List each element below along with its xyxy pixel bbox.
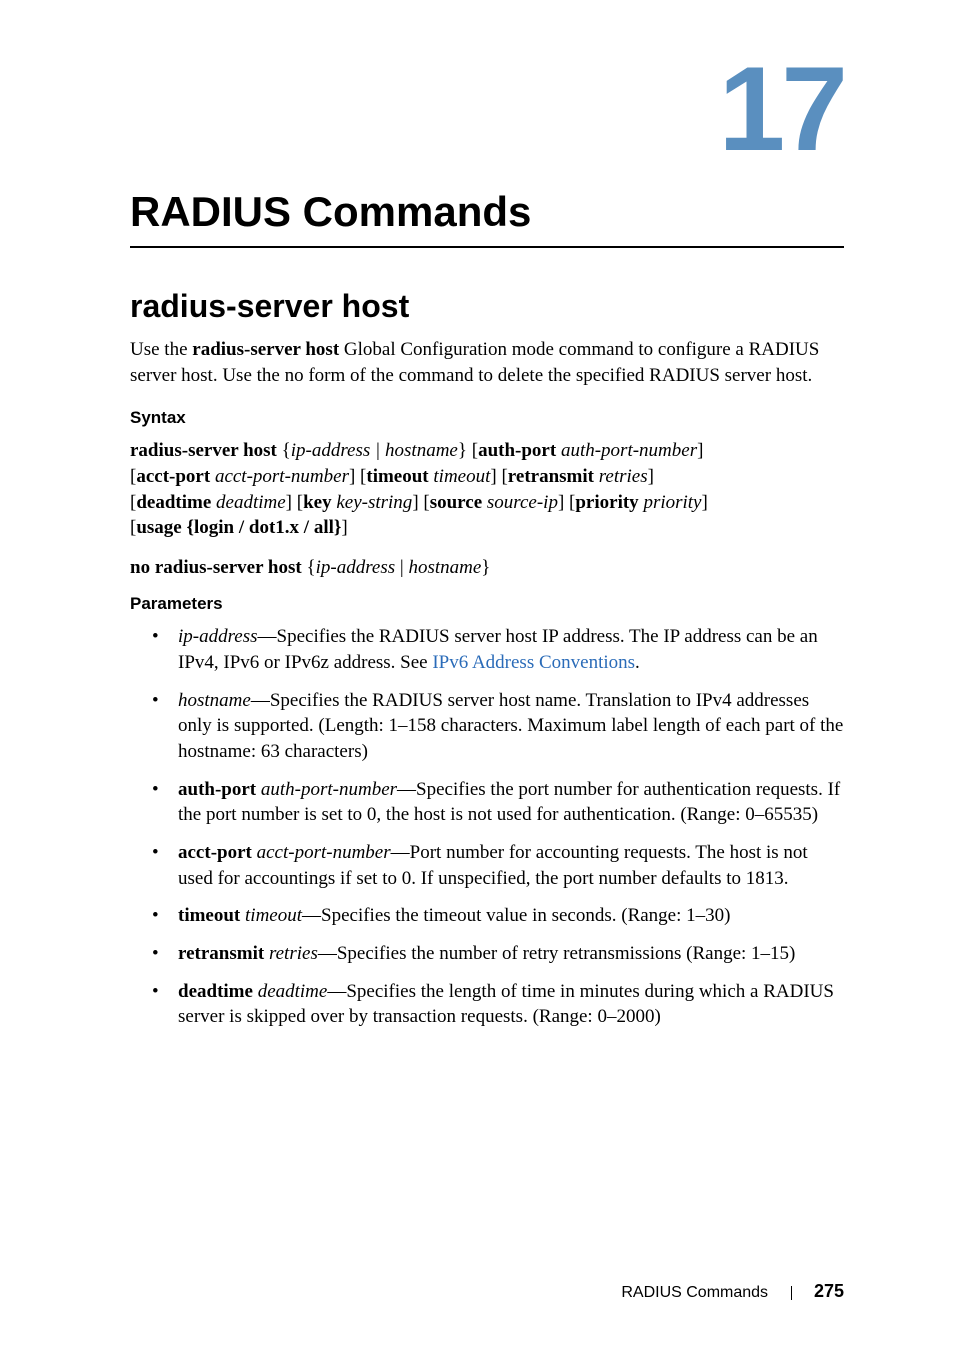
parameter-item: ip-address—Specifies the RADIUS server h… [160, 624, 844, 675]
param-dash: — [327, 981, 346, 1002]
param-term-bold: acct-port [178, 842, 257, 863]
syntax-keyword: priority [575, 492, 643, 513]
syntax-brace: { [277, 440, 291, 461]
horizontal-rule [130, 246, 844, 248]
syntax-brace: } [481, 557, 490, 578]
parameter-item: retransmit retries—Specifies the number … [160, 941, 844, 967]
syntax-arg: source-ip [487, 492, 558, 513]
syntax-option: all [314, 517, 334, 538]
syntax-option: login [194, 517, 239, 538]
parameter-item: auth-port auth-port-number—Specifies the… [160, 777, 844, 828]
param-dash: — [258, 626, 277, 647]
param-term: retries [269, 943, 318, 964]
parameters-list: ip-address—Specifies the RADIUS server h… [130, 624, 844, 1029]
param-dash: — [397, 779, 416, 800]
syntax-line-1: radius-server host {ip-address | hostnam… [130, 438, 844, 541]
param-tail: . [635, 652, 640, 673]
parameter-item: acct-port acct-port-number—Port number f… [160, 840, 844, 891]
syntax-bracket: [ [497, 466, 508, 487]
syntax-option: dot1.x [249, 517, 304, 538]
syntax-keyword: auth-port [478, 440, 561, 461]
syntax-bracket: [ [419, 492, 430, 513]
syntax-bracket: [ [564, 492, 575, 513]
syntax-pipe: / [239, 517, 249, 538]
syntax-keyword: deadtime [136, 492, 216, 513]
param-term-bold: timeout [178, 905, 245, 926]
footer-page-number: 275 [814, 1281, 844, 1301]
footer-divider-icon [791, 1286, 792, 1300]
syntax-keyword: timeout [366, 466, 433, 487]
syntax-keyword: retransmit [508, 466, 599, 487]
syntax-keyword: acct-port [136, 466, 215, 487]
syntax-arg: hostname [385, 440, 458, 461]
syntax-bracket: ] [702, 492, 708, 513]
param-term: acct-port-number [257, 842, 391, 863]
chapter-number: 17 [130, 40, 844, 178]
syntax-pipe: / [304, 517, 314, 538]
syntax-heading: Syntax [130, 408, 844, 428]
parameter-item: deadtime deadtime—Specifies the length o… [160, 979, 844, 1030]
syntax-arg: auth-port-number [561, 440, 697, 461]
param-term: auth-port-number [261, 779, 397, 800]
syntax-keyword: key [303, 492, 336, 513]
param-dash: — [318, 943, 337, 964]
param-term: deadtime [258, 981, 328, 1002]
syntax-arg: timeout [433, 466, 490, 487]
syntax-bracket: [ [292, 492, 303, 513]
param-term: hostname [178, 690, 251, 711]
param-dash: — [302, 905, 321, 926]
syntax-bracket: [ [467, 440, 478, 461]
syntax-bracket: [ [355, 466, 366, 487]
parameter-item: hostname—Specifies the RADIUS server hos… [160, 688, 844, 765]
syntax-cmd: radius-server host [130, 440, 277, 461]
syntax-pipe: | [395, 557, 408, 578]
section-title: radius-server host [130, 288, 844, 325]
syntax-brace: } [458, 440, 467, 461]
syntax-arg: key-string [336, 492, 412, 513]
syntax-pipe: | [370, 440, 385, 461]
syntax-arg: ip-address [316, 557, 396, 578]
syntax-brace: { [302, 557, 316, 578]
syntax-no-line: no radius-server host {ip-address | host… [130, 555, 844, 581]
syntax-bracket: ] [341, 517, 347, 538]
param-term-bold: auth-port [178, 779, 261, 800]
syntax-keyword: source [430, 492, 487, 513]
syntax-arg: hostname [408, 557, 481, 578]
syntax-arg: priority [643, 492, 701, 513]
param-term: timeout [245, 905, 302, 926]
param-term: ip-address [178, 626, 258, 647]
syntax-keyword: usage [136, 517, 186, 538]
syntax-bracket: ] [697, 440, 703, 461]
param-desc: Specifies the timeout value in seconds. … [321, 905, 730, 926]
syntax-bracket: ] [648, 466, 654, 487]
param-desc: Specifies the number of retry retransmis… [337, 943, 796, 964]
param-link[interactable]: IPv6 Address Conventions [432, 652, 635, 673]
syntax-cmd: no radius-server host [130, 557, 302, 578]
syntax-arg: deadtime [216, 492, 286, 513]
param-dash: — [391, 842, 410, 863]
syntax-arg: ip-address [291, 440, 371, 461]
param-term-bold: retransmit [178, 943, 269, 964]
param-dash: — [251, 690, 270, 711]
param-term-bold: deadtime [178, 981, 258, 1002]
param-desc: Specifies the RADIUS server host name. T… [178, 690, 843, 762]
syntax-arg: acct-port-number [215, 466, 349, 487]
syntax-arg: retries [599, 466, 648, 487]
syntax-brace: { [186, 517, 194, 538]
parameter-item: timeout timeout—Specifies the timeout va… [160, 903, 844, 929]
parameters-heading: Parameters [130, 594, 844, 614]
section-intro: Use the radius-server host Global Config… [130, 337, 844, 388]
chapter-title: RADIUS Commands [130, 188, 844, 236]
footer-section: RADIUS Commands [621, 1284, 768, 1301]
page-footer: RADIUS Commands 275 [621, 1281, 844, 1302]
